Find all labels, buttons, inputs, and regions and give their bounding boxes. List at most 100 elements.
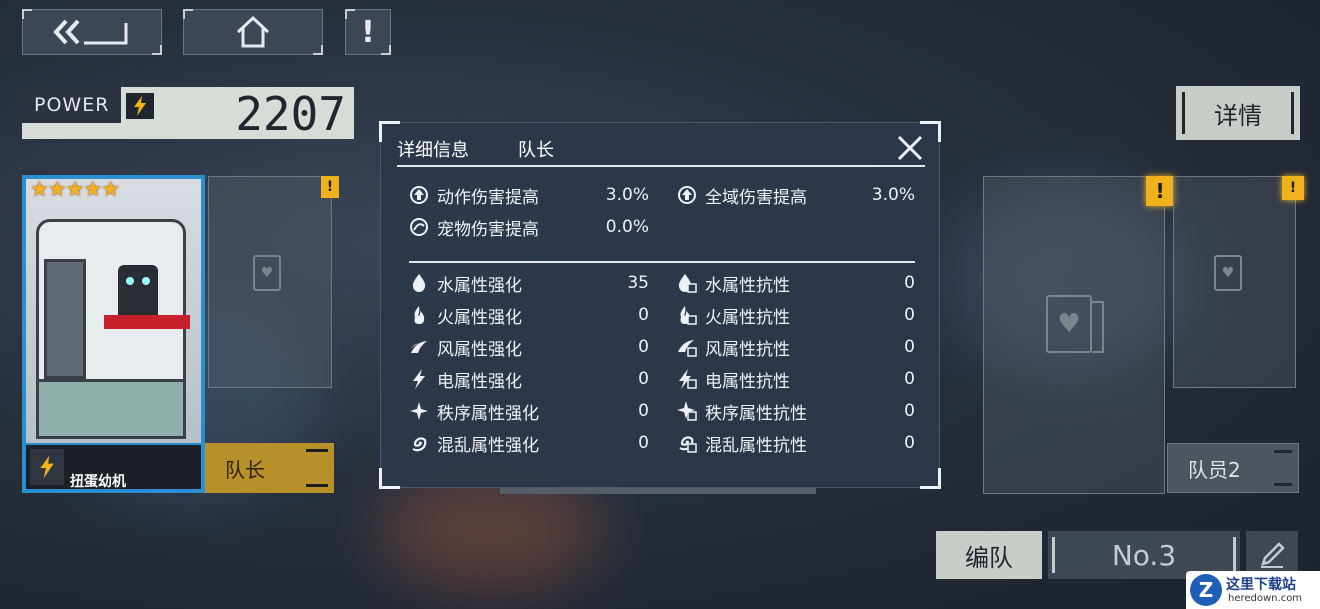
order-star-icon — [409, 401, 429, 421]
water-drop-icon — [409, 273, 429, 293]
element-value: 0 — [638, 433, 649, 453]
element-row: 混乱属性强化 0 — [409, 431, 649, 456]
warning-icon: ! — [321, 176, 339, 198]
element-label: 水属性强化 — [437, 275, 522, 296]
details-button[interactable]: 详情 — [1176, 86, 1300, 140]
team-slot-2[interactable]: ! ♥ — [208, 176, 339, 388]
element-row: 电属性强化 0 — [409, 367, 649, 392]
element-row: 火属性强化 0 — [409, 303, 649, 328]
close-icon — [897, 135, 923, 161]
empty-card-icon: ♥ — [253, 255, 281, 291]
section-divider — [409, 261, 915, 263]
element-row: 水属性抗性 0 — [677, 271, 915, 296]
pencil-icon — [1261, 542, 1285, 568]
element-value: 0 — [638, 369, 649, 389]
fire-resist-icon — [677, 305, 697, 325]
element-row: 秩序属性抗性 0 — [677, 399, 915, 424]
element-label: 混乱属性强化 — [437, 435, 539, 456]
team-slot-4[interactable]: ! ♥ — [983, 176, 1174, 494]
water-resist-icon — [677, 273, 697, 293]
element-value: 0 — [904, 369, 915, 389]
element-value: 0 — [904, 433, 915, 453]
element-value: 0 — [904, 337, 915, 357]
divider — [1052, 537, 1055, 573]
element-value: 0 — [638, 337, 649, 357]
element-label: 混乱属性抗性 — [705, 435, 807, 456]
watermark-logo-icon: Z — [1190, 574, 1222, 606]
home-icon — [236, 15, 270, 48]
watermark: Z 这里下载站 heredown.com — [1186, 571, 1320, 609]
character-portrait — [26, 179, 201, 443]
formation-button[interactable]: 编队 — [936, 531, 1042, 579]
lightning-resist-icon — [677, 369, 697, 389]
member-label: 队员2 — [1188, 457, 1241, 482]
card-back-icon — [1092, 301, 1104, 353]
element-label: 秩序属性强化 — [437, 403, 539, 424]
leader-role-label: 队长 — [225, 457, 265, 482]
warning-icon: ! — [1282, 176, 1304, 200]
power-value: 2207 — [235, 87, 346, 141]
arrow-up-circle-icon — [677, 185, 697, 205]
back-button[interactable] — [22, 9, 162, 55]
element-label: 秩序属性抗性 — [705, 403, 807, 424]
leader-card[interactable]: ★★★★★ 扭蛋幼机 — [22, 175, 205, 493]
alert-icon: ! — [361, 14, 375, 50]
element-label: 风属性强化 — [437, 339, 522, 360]
element-row: 火属性抗性 0 — [677, 303, 915, 328]
divider — [1182, 92, 1185, 134]
machine-base — [36, 379, 186, 439]
tab-bracket — [1274, 450, 1292, 486]
fire-icon — [409, 305, 429, 325]
arrow-up-circle-icon — [409, 185, 429, 205]
frame-corner — [920, 468, 941, 489]
empty-card-icon: ♥ — [1046, 295, 1092, 353]
bonus-label: 宠物伤害提高 — [437, 219, 539, 240]
team-number: No.3 — [1111, 538, 1177, 572]
lightning-icon — [409, 369, 429, 389]
bonus-value: 0.0% — [605, 217, 649, 237]
wind-leaf-icon — [409, 337, 429, 357]
robot-eye — [142, 277, 150, 285]
bonus-label: 全域伤害提高 — [705, 187, 807, 208]
frame-corner — [379, 468, 400, 489]
bonus-row: 宠物伤害提高 0.0% — [409, 215, 649, 240]
order-resist-icon — [677, 401, 697, 421]
red-band — [104, 315, 190, 329]
bonus-row: 全域伤害提高 3.0% — [677, 183, 915, 208]
rarity-stars-icon: ★★★★★ — [30, 177, 120, 201]
header-divider — [397, 165, 925, 167]
machine-slot — [44, 259, 86, 379]
bonus-value: 3.0% — [871, 185, 915, 205]
tab-leader[interactable]: 队长 — [518, 136, 554, 162]
close-button[interactable] — [895, 133, 925, 163]
element-row: 秩序属性强化 0 — [409, 399, 649, 424]
hidden-bar — [500, 488, 816, 494]
power-label: POWER — [34, 94, 110, 116]
watermark-site: 这里下载站 — [1226, 577, 1296, 593]
element-value: 0 — [904, 273, 915, 293]
bonus-label: 动作伤害提高 — [437, 187, 539, 208]
leader-role-tab: 队长 — [205, 443, 334, 493]
home-button[interactable] — [183, 9, 323, 55]
chaos-spiral-icon — [409, 433, 429, 453]
divider — [1291, 92, 1294, 134]
wind-resist-icon — [677, 337, 697, 357]
back-double-chevron-icon — [53, 19, 128, 45]
bonus-value: 3.0% — [605, 185, 649, 205]
lightning-icon — [126, 93, 154, 119]
element-row: 水属性强化 35 — [409, 271, 649, 296]
details-label: 详情 — [1214, 101, 1262, 130]
alert-button[interactable]: ! — [345, 9, 391, 55]
element-row: 风属性强化 0 — [409, 335, 649, 360]
character-name: 扭蛋幼机 — [70, 474, 126, 490]
empty-card-icon: ♥ — [1214, 255, 1242, 291]
robot-eye — [126, 277, 134, 285]
element-value: 35 — [627, 273, 649, 293]
tab-details[interactable]: 详细信息 — [397, 136, 469, 162]
bonus-row: 动作伤害提高 3.0% — [409, 183, 649, 208]
element-value: 0 — [904, 305, 915, 325]
power-panel: POWER 2207 — [22, 87, 354, 141]
element-value: 0 — [904, 401, 915, 421]
team-slot-5[interactable]: ! ♥ — [1173, 176, 1304, 388]
watermark-url: heredown.com — [1228, 593, 1303, 604]
